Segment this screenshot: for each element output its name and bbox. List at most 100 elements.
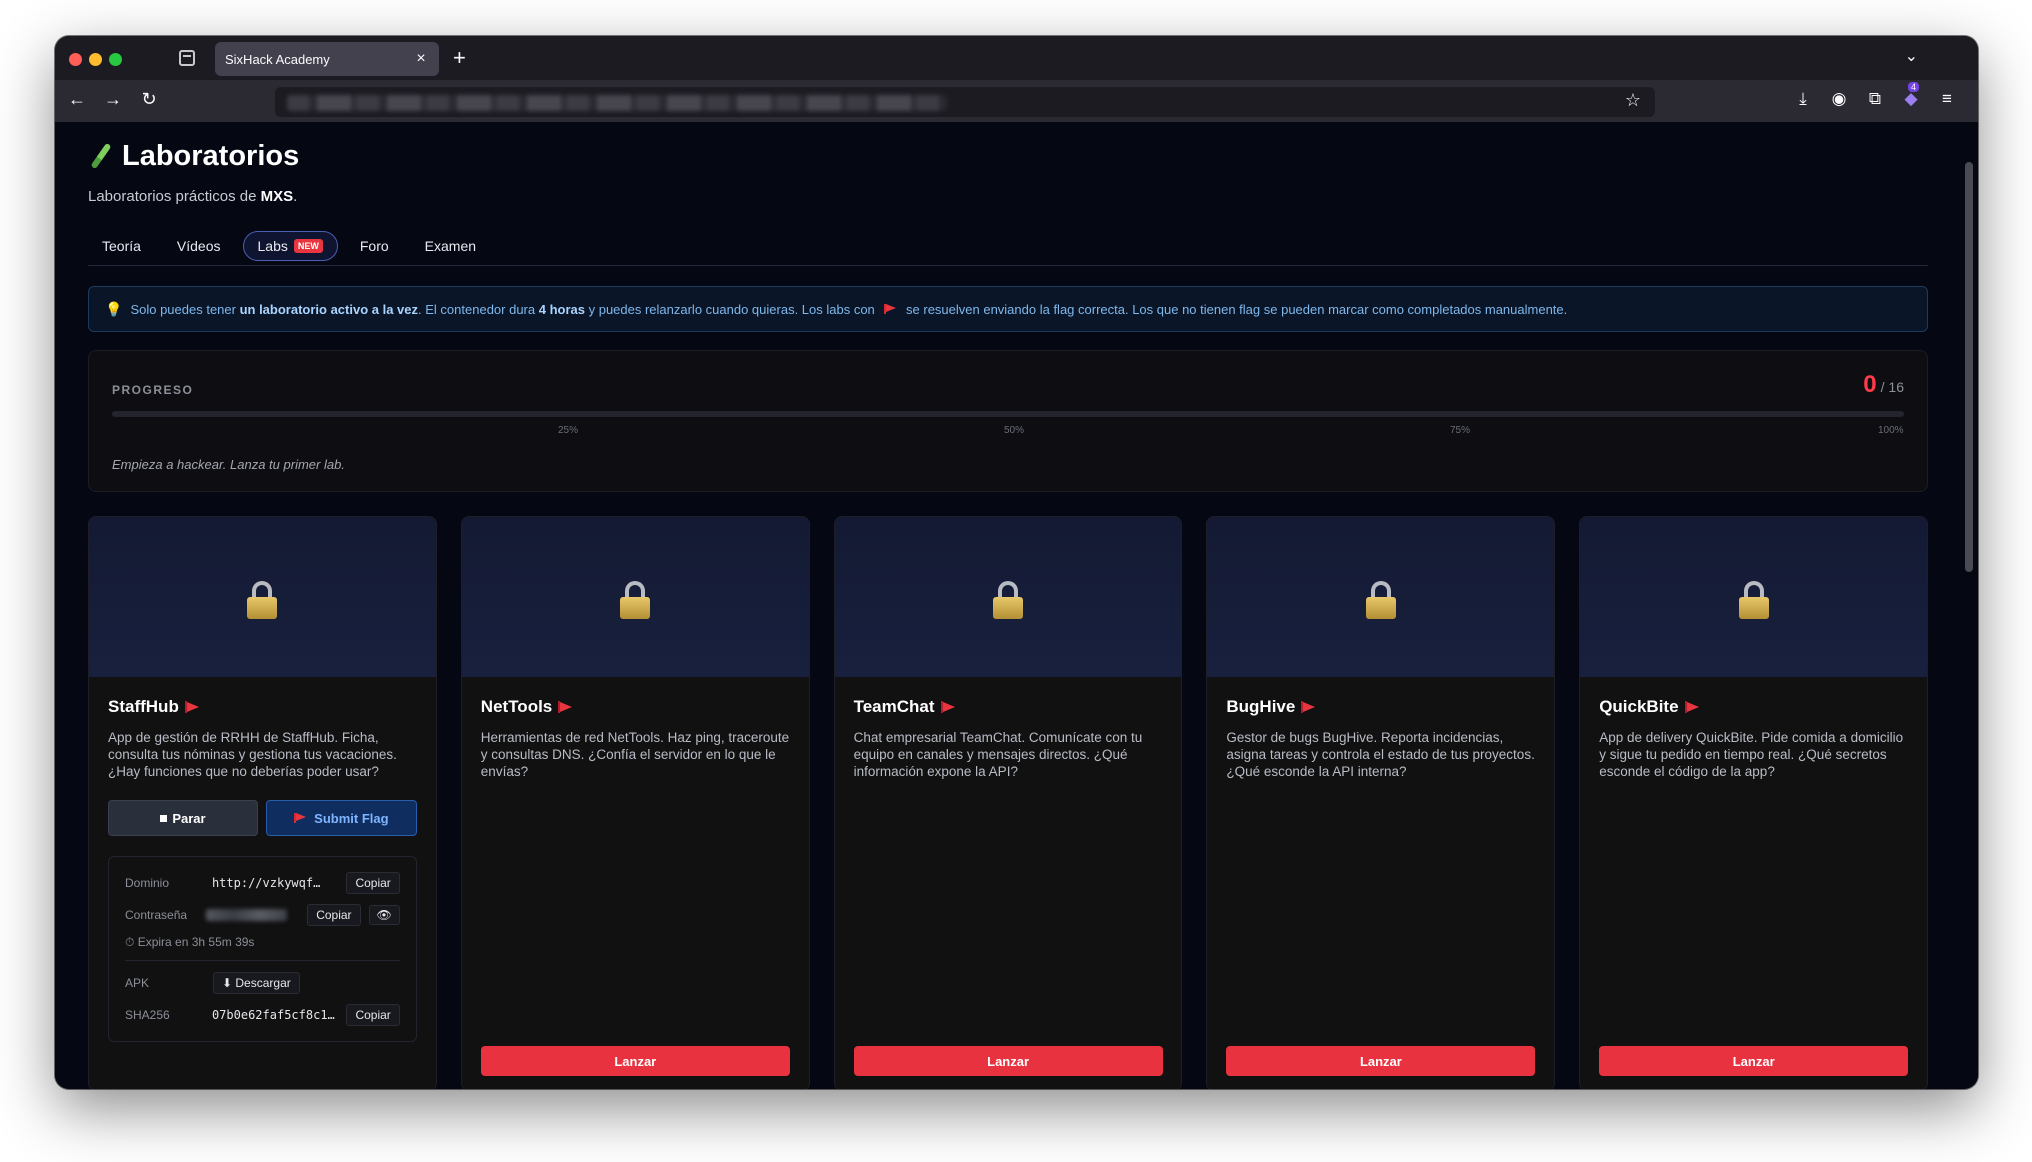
menu-icon[interactable]: ≡ bbox=[1936, 89, 1958, 109]
extensions-icon[interactable]: ⧉ bbox=[1864, 89, 1886, 109]
lab-card-bughive: BugHive Gestor de bugs BugHive. Reporta … bbox=[1206, 516, 1556, 1089]
tab-examen[interactable]: Examen bbox=[411, 232, 490, 260]
maximize-window-button[interactable] bbox=[109, 53, 122, 66]
lab-name: NetTools bbox=[480, 697, 553, 716]
lab-card-nettools: NetTools Herramientas de red NetTools. H… bbox=[460, 516, 810, 1089]
flag-icon bbox=[940, 701, 955, 713]
submit-label: Submit Flag bbox=[314, 810, 389, 826]
download-icon[interactable]: ⤓ bbox=[1792, 89, 1814, 109]
eye-icon[interactable]: 👁 bbox=[368, 905, 400, 925]
page-subtitle: Laboratorios prácticos de MXS. bbox=[88, 188, 297, 205]
lock-icon bbox=[1738, 581, 1769, 619]
domain-row: Dominio http://vzkywqf… Copiar bbox=[125, 867, 400, 899]
test-tube-icon bbox=[88, 142, 112, 170]
close-window-button[interactable] bbox=[69, 53, 82, 66]
lab-name: QuickBite bbox=[1599, 697, 1679, 716]
new-tab-button[interactable]: + bbox=[453, 45, 466, 71]
tab-labs[interactable]: Labs NEW bbox=[242, 230, 338, 261]
reload-icon[interactable]: ↻ bbox=[137, 89, 161, 110]
lab-card-hero bbox=[834, 517, 1182, 677]
tab-list-chevron-icon[interactable]: ⌄ bbox=[1905, 46, 1918, 66]
launch-lab-button[interactable]: Lanzar bbox=[1226, 1046, 1536, 1076]
password-row: Contraseña Copiar 👁 bbox=[125, 899, 400, 931]
tab-videos[interactable]: Vídeos bbox=[163, 232, 235, 260]
close-tab-icon[interactable]: × bbox=[413, 50, 429, 68]
lab-card-hero bbox=[89, 517, 436, 677]
lab-card-hero bbox=[1580, 517, 1927, 677]
progress-count: 0 / 16 bbox=[1863, 371, 1904, 399]
course-tabs: Teoría Vídeos Labs NEW Foro Examen bbox=[88, 226, 1928, 266]
info-bold1: un laboratorio activo a la vez bbox=[239, 301, 419, 317]
browser-tab[interactable]: SixHack Academy × bbox=[215, 42, 439, 76]
info-part4: se resuelven enviando la flag correcta. … bbox=[902, 301, 1568, 317]
progress-done: 0 bbox=[1863, 371, 1877, 398]
flag-icon bbox=[184, 701, 199, 713]
new-badge: NEW bbox=[293, 238, 323, 253]
lab-card-hero bbox=[1207, 517, 1555, 677]
progress-label: PROGRESO bbox=[112, 383, 194, 397]
tick-50: 50% bbox=[1004, 425, 1025, 436]
lab-name: BugHive bbox=[1226, 697, 1296, 716]
stop-icon bbox=[160, 814, 168, 822]
download-apk-button[interactable]: ⬇ Descargar bbox=[213, 972, 300, 994]
lab-description: App de delivery QuickBite. Pide comida a… bbox=[1599, 730, 1904, 779]
progress-panel: PROGRESO 0 / 16 25% 50% 75% 100% Empieza… bbox=[88, 350, 1928, 492]
tab-labs-label: Labs bbox=[257, 237, 288, 254]
launch-lab-button[interactable]: Lanzar bbox=[853, 1046, 1163, 1076]
tab-foro[interactable]: Foro bbox=[346, 232, 403, 260]
lab-active-actions: Parar Submit Flag bbox=[108, 800, 417, 836]
flag-icon bbox=[1301, 701, 1316, 713]
lab-card-title: TeamChat bbox=[854, 697, 1163, 717]
page-scrollbar[interactable] bbox=[1960, 122, 1978, 1089]
account-icon[interactable]: ◉ bbox=[1828, 89, 1850, 109]
lab-description: Chat empresarial TeamChat. Comunícate co… bbox=[853, 730, 1143, 779]
password-label: Contraseña bbox=[125, 908, 188, 922]
submit-flag-button[interactable]: Submit Flag bbox=[265, 800, 417, 836]
launch-lab-button[interactable]: Lanzar bbox=[1599, 1046, 1909, 1076]
lab-card-title: NetTools bbox=[481, 697, 790, 717]
tick-25: 25% bbox=[558, 425, 579, 436]
info-text: Solo puedes tener un laboratorio activo … bbox=[130, 302, 1567, 317]
minimize-window-button[interactable] bbox=[89, 53, 102, 66]
page-title-text: Laboratorios bbox=[122, 139, 300, 172]
tick-75: 75% bbox=[1450, 425, 1471, 436]
forward-arrow-icon[interactable]: → bbox=[101, 89, 125, 110]
lab-card-quickbite: QuickBite App de delivery QuickBite. Pid… bbox=[1579, 516, 1928, 1089]
lab-card-title: QuickBite bbox=[1599, 697, 1908, 717]
lightbulb-icon: 💡 bbox=[105, 300, 123, 317]
tick-100: 100% bbox=[1878, 425, 1904, 436]
lab-description: Herramientas de red NetTools. Haz ping, … bbox=[480, 730, 790, 779]
address-bar[interactable]: ☆ bbox=[275, 87, 1655, 117]
subtitle-prefix: Laboratorios prácticos de bbox=[88, 188, 261, 205]
copy-sha-button[interactable]: Copiar bbox=[346, 1004, 400, 1026]
tab-overview-icon[interactable] bbox=[179, 50, 195, 66]
bookmark-star-icon[interactable]: ☆ bbox=[1625, 90, 1641, 111]
launch-lab-button[interactable]: Lanzar bbox=[480, 1046, 790, 1076]
back-arrow-icon[interactable]: ← bbox=[65, 89, 89, 110]
flag-icon bbox=[1684, 701, 1699, 713]
extension-icon[interactable]: ◆ 4 bbox=[1900, 82, 1922, 109]
page-viewport: Laboratorios Laboratorios prácticos de M… bbox=[55, 122, 1960, 1089]
sha-label: SHA256 bbox=[125, 1008, 170, 1022]
labs-grid: StaffHub App de gestión de RRHH de Staff… bbox=[88, 516, 1928, 1089]
browser-tab-title: SixHack Academy bbox=[225, 51, 330, 67]
flag-icon bbox=[558, 701, 573, 713]
browser-window: SixHack Academy × + ⌄ ← → ↻ ☆ ⤓ ◉ ⧉ ◆ 4 ≡… bbox=[55, 36, 1978, 1089]
apk-row: APK ⬇ Descargar bbox=[125, 967, 400, 999]
sha-value: 07b0e62faf5cf8c19… bbox=[211, 1008, 339, 1022]
flag-icon bbox=[294, 813, 307, 823]
info-part1: Solo puedes tener bbox=[130, 301, 240, 317]
scrollbar-thumb[interactable] bbox=[1965, 162, 1973, 572]
subtitle-suffix: . bbox=[293, 188, 298, 205]
copy-password-button[interactable]: Copiar bbox=[307, 904, 361, 926]
stop-lab-button[interactable]: Parar bbox=[108, 800, 258, 836]
expiry-timer: ⏱ Expira en 3h 55m 39s bbox=[125, 935, 255, 949]
copy-domain-button[interactable]: Copiar bbox=[346, 872, 400, 894]
subtitle-course: MXS bbox=[260, 188, 294, 205]
lock-icon bbox=[620, 581, 651, 619]
lab-card-title: BugHive bbox=[1226, 697, 1535, 717]
tab-teoria[interactable]: Teoría bbox=[88, 232, 155, 260]
lab-name: TeamChat bbox=[853, 697, 935, 716]
domain-value: http://vzkywqf… bbox=[211, 876, 321, 890]
info-part3: y puedes relanzarlo cuando quieras. Los … bbox=[584, 301, 879, 317]
